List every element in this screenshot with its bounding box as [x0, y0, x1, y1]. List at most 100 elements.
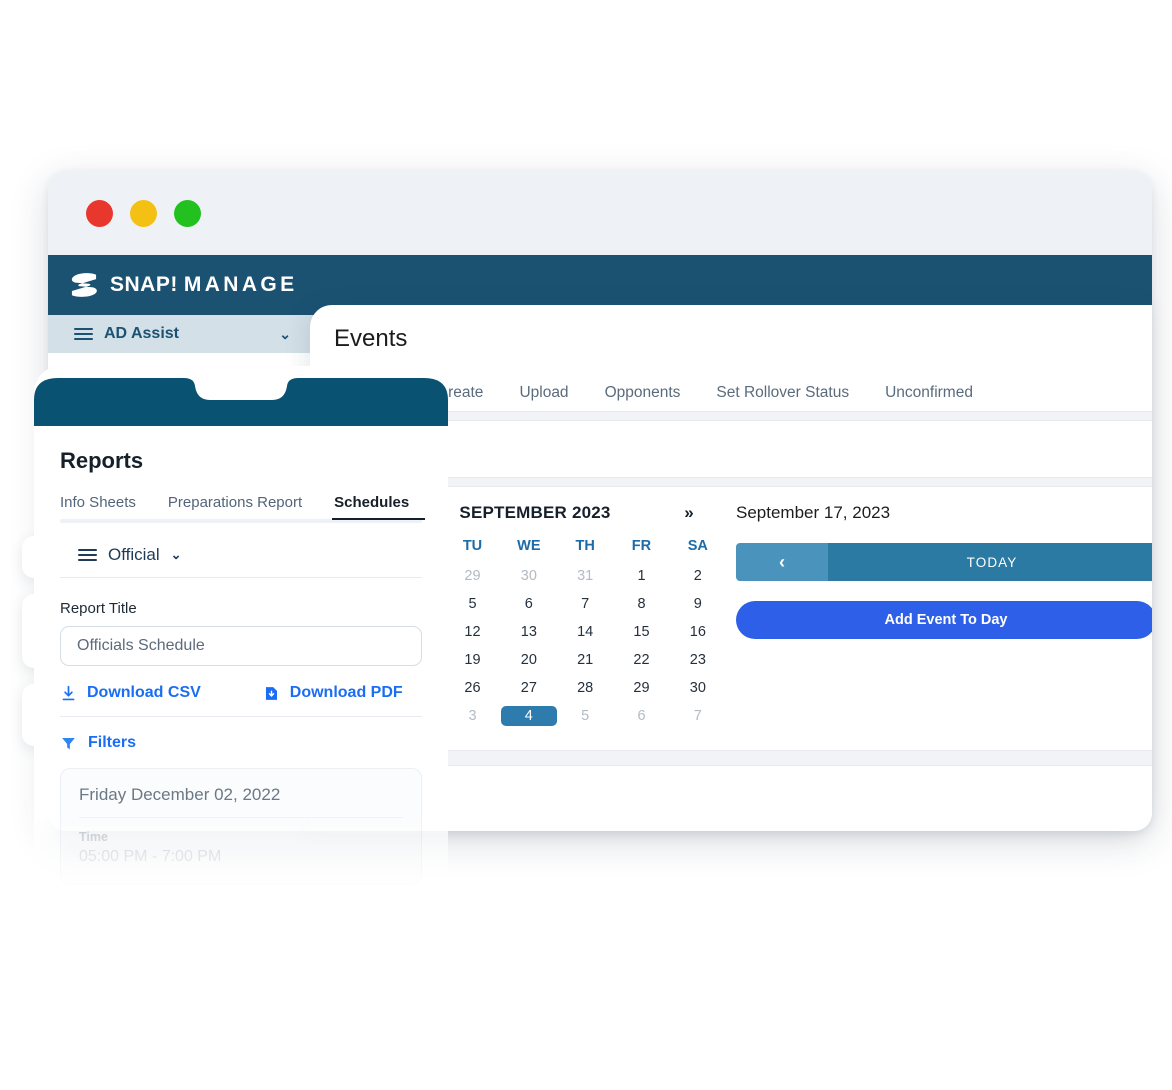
day-nav-button-group: ‹ TODAY	[736, 543, 1152, 581]
calendar-day-cell[interactable]: 5	[444, 590, 500, 618]
calendar-day-number: 29	[464, 568, 481, 584]
calendar-day-cell[interactable]: 14	[557, 618, 613, 646]
calendar-day-number: 12	[464, 624, 481, 640]
notch-shape-icon	[34, 378, 448, 426]
list-icon	[78, 546, 97, 565]
tab-upload[interactable]: Upload	[501, 384, 586, 411]
filter-time-label: Time	[79, 830, 108, 844]
chevron-down-icon: ⌄	[170, 547, 182, 562]
tab-schedules[interactable]: Schedules	[318, 494, 426, 520]
tab-set-rollover-status[interactable]: Set Rollover Status	[698, 384, 867, 411]
reports-card: Reports Info Sheets Preparations Report …	[34, 366, 448, 896]
close-window-button[interactable]	[86, 199, 113, 227]
calendar-day-cell[interactable]: 31	[557, 562, 613, 590]
calendar-day-cell[interactable]: 26	[444, 674, 500, 702]
calendar-day-number: 3	[468, 708, 477, 724]
day-detail-pane: September 17, 2023 ‹ TODAY Add Event To …	[710, 503, 1152, 730]
calendar-day-number: 19	[464, 652, 481, 668]
filters-toggle[interactable]: Filters	[60, 734, 422, 752]
today-button[interactable]: TODAY	[828, 543, 1152, 581]
calendar-day-cell[interactable]: 28	[557, 674, 613, 702]
tab-info-sheets[interactable]: Info Sheets	[60, 494, 152, 520]
weekday-th: TH	[575, 538, 595, 554]
filter-time-value: 05:00 PM - 7:00 PM	[79, 848, 222, 865]
calendar-day-number: 7	[581, 596, 590, 612]
page-title: Events	[334, 325, 408, 352]
calendar-day-cell[interactable]: 15	[613, 618, 669, 646]
tab-unconfirmed[interactable]: Unconfirmed	[867, 384, 991, 411]
download-row: Download CSV Download PDF	[60, 684, 422, 717]
calendar-day-number: 14	[577, 624, 594, 640]
calendar-day-cell[interactable]: 6	[613, 702, 669, 730]
calendar-day-number: 6	[524, 596, 533, 612]
calendar-day-cell[interactable]: 3	[444, 702, 500, 730]
selected-date-label: September 17, 2023	[736, 503, 891, 522]
brand-name: SNAP! MANAGE	[110, 273, 298, 296]
calendar-day-cell[interactable]: 8	[613, 590, 669, 618]
calendar-day-number: 26	[464, 680, 481, 696]
download-pdf-button[interactable]: Download PDF	[263, 684, 403, 702]
calendar-day-number: 28	[577, 680, 594, 696]
calendar-day-cell[interactable]: 29	[613, 674, 669, 702]
screenshot-root: SNAP!MANAGE AD Assist ⌄ Events Calendar …	[0, 0, 1172, 1090]
filter-date: Friday December 02, 2022	[79, 785, 403, 818]
weekday-we: WE	[517, 538, 541, 554]
reports-title: Reports	[60, 448, 144, 473]
calendar-day-cell[interactable]: 12	[444, 618, 500, 646]
chevron-down-icon: ⌄	[279, 325, 291, 342]
report-title-input[interactable]: Officials Schedule	[60, 626, 422, 666]
device-notch-bar	[34, 366, 448, 426]
weekday-tu: TU	[462, 538, 483, 554]
tab-opponents[interactable]: Opponents	[587, 384, 699, 411]
reports-body: Reports Info Sheets Preparations Report …	[34, 448, 448, 885]
previous-day-button[interactable]: ‹	[736, 543, 828, 581]
download-pdf-label: Download PDF	[289, 684, 403, 701]
tab-preparations-report[interactable]: Preparations Report	[152, 494, 318, 520]
brand-suffix: MANAGE	[183, 273, 298, 296]
calendar-day-number: 22	[633, 652, 650, 668]
calendar-day-number: 6	[637, 708, 646, 724]
add-event-to-day-button[interactable]: Add Event To Day	[736, 601, 1152, 639]
calendar-day-number: 21	[577, 652, 594, 668]
schedule-type-value: Official	[108, 545, 160, 564]
minimize-window-button[interactable]	[130, 199, 157, 227]
calendar-day-cell[interactable]: 20	[501, 646, 557, 674]
schedule-type-select[interactable]: Official ⌄	[60, 523, 422, 578]
window-titlebar	[48, 171, 1152, 255]
calendar-day-number: 13	[520, 624, 537, 640]
maximize-window-button[interactable]	[174, 199, 201, 227]
calendar-day-cell[interactable]: 1	[613, 562, 669, 590]
reports-tab-bar: Info Sheets Preparations Report Schedule…	[60, 494, 426, 520]
calendar-day-cell[interactable]: 22	[613, 646, 669, 674]
hamburger-icon	[74, 325, 93, 344]
calendar-day-cell[interactable]: 21	[557, 646, 613, 674]
snap-s-logo-icon	[71, 273, 97, 297]
calendar-day-number: 15	[633, 624, 650, 640]
calendar-day-cell[interactable]: 7	[557, 590, 613, 618]
brand-logo[interactable]: SNAP! MANAGE	[69, 272, 298, 298]
calendar-day-cell[interactable]: 6	[501, 590, 557, 618]
calendar-day-cell[interactable]: 13	[501, 618, 557, 646]
ad-assist-menu[interactable]: AD Assist ⌄	[48, 315, 313, 353]
report-title-label: Report Title	[60, 600, 137, 617]
calendar-day-number: 1	[637, 568, 646, 584]
ad-assist-label: AD Assist	[104, 325, 179, 342]
calendar-day-cell[interactable]: 4	[500, 702, 557, 730]
file-download-icon	[265, 686, 277, 700]
calendar-day-number: 31	[577, 568, 594, 584]
next-month-button[interactable]: »	[676, 503, 702, 523]
calendar-day-cell[interactable]: 29	[444, 562, 500, 590]
filter-result-card[interactable]: Friday December 02, 2022 Time 05:00 PM -…	[60, 768, 422, 885]
calendar-day-cell[interactable]: 27	[501, 674, 557, 702]
calendar-day-number: 30	[520, 568, 537, 584]
filter-funnel-icon	[62, 737, 75, 749]
calendar-day-cell[interactable]: 30	[501, 562, 557, 590]
calendar-day-number: 5	[468, 596, 477, 612]
weekday-fr: FR	[631, 538, 652, 554]
calendar-day-number: 20	[520, 652, 537, 668]
calendar-day-cell[interactable]: 5	[557, 702, 613, 730]
calendar-day-cell[interactable]: 19	[444, 646, 500, 674]
download-arrow-icon	[62, 685, 75, 700]
download-csv-button[interactable]: Download CSV	[60, 684, 201, 702]
calendar-day-number: 29	[633, 680, 650, 696]
